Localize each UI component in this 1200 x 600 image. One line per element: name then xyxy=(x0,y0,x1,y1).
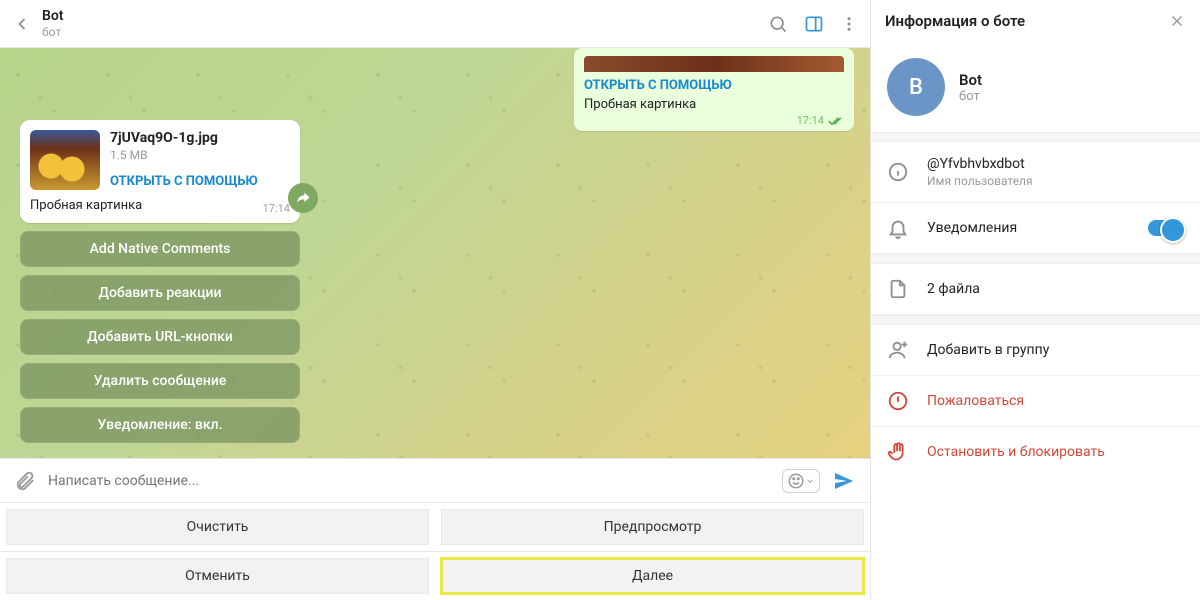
profile-name: Bot xyxy=(959,71,982,89)
attach-icon[interactable] xyxy=(14,470,36,492)
keyboard-button-url[interactable]: Добавить URL-кнопки xyxy=(20,319,300,355)
more-icon[interactable] xyxy=(840,15,858,33)
file-name: 7jUVaq9O-1g.jpg xyxy=(110,130,258,146)
notifications-label: Уведомления xyxy=(927,220,1017,236)
report-row[interactable]: Пожаловаться xyxy=(871,376,1200,427)
search-icon[interactable] xyxy=(768,14,788,34)
incoming-message[interactable]: 7jUVaq9O-1g.jpg 1.5 MB ОТКРЫТЬ С ПОМОЩЬЮ… xyxy=(20,120,300,223)
bell-icon xyxy=(887,217,909,239)
add-user-icon xyxy=(887,339,909,361)
chat-subtitle: бот xyxy=(42,25,752,39)
file-icon xyxy=(887,278,909,300)
chat-area: ОТКРЫТЬ С ПОМОЩЬЮ Пробная картинка 17:14… xyxy=(0,48,870,458)
preview-button[interactable]: Предпросмотр xyxy=(441,509,864,545)
keyboard-button-notify[interactable]: Уведомление: вкл. xyxy=(20,407,300,443)
add-group-label: Добавить в группу xyxy=(927,342,1049,358)
block-row[interactable]: Остановить и блокировать xyxy=(871,427,1200,477)
chat-title-block[interactable]: Bot бот xyxy=(42,8,752,39)
file-size: 1.5 MB xyxy=(110,148,258,162)
panel-header: Информация о боте xyxy=(871,0,1200,42)
block-label: Остановить и блокировать xyxy=(927,444,1105,460)
info-icon xyxy=(887,161,909,183)
next-button[interactable]: Далее xyxy=(441,558,864,594)
files-label: 2 файла xyxy=(927,281,980,297)
username-row[interactable]: @Yfvbhvbxdbot Имя пользователя xyxy=(871,142,1200,203)
avatar: B xyxy=(887,58,945,116)
notifications-row[interactable]: Уведомления xyxy=(871,203,1200,254)
emoji-icon[interactable] xyxy=(782,469,820,493)
profile-block[interactable]: B Bot бот xyxy=(871,42,1200,132)
profile-sub: бот xyxy=(959,89,982,104)
hand-icon xyxy=(887,441,909,463)
read-ticks-icon xyxy=(828,116,844,126)
sidebar-toggle-icon[interactable] xyxy=(804,14,824,34)
open-with-link[interactable]: ОТКРЫТЬ С ПОМОЩЬЮ xyxy=(584,78,844,93)
clear-button[interactable]: Очистить xyxy=(6,509,429,545)
send-icon[interactable] xyxy=(832,469,856,493)
add-group-row[interactable]: Добавить в группу xyxy=(871,325,1200,376)
report-label: Пожаловаться xyxy=(927,393,1024,409)
forward-button[interactable] xyxy=(288,183,318,213)
message-caption: Пробная картинка xyxy=(584,97,844,112)
file-thumbnail[interactable] xyxy=(30,130,100,190)
keyboard-button-delete[interactable]: Удалить сообщение xyxy=(20,363,300,399)
panel-title: Информация о боте xyxy=(885,12,1025,30)
compose-bar xyxy=(0,458,870,502)
keyboard-button-comments[interactable]: Add Native Comments xyxy=(20,231,300,267)
chat-name: Bot xyxy=(42,8,752,25)
chat-header: Bot бот xyxy=(0,0,870,48)
back-button[interactable] xyxy=(12,14,32,34)
cancel-button[interactable]: Отменить xyxy=(6,558,429,594)
close-icon[interactable] xyxy=(1168,12,1186,30)
message-time: 17:14 xyxy=(263,202,290,215)
keyboard-button-reactions[interactable]: Добавить реакции xyxy=(20,275,300,311)
message-caption: Пробная картинка xyxy=(30,198,290,213)
message-input[interactable] xyxy=(48,473,770,489)
message-time: 17:14 xyxy=(584,114,844,127)
username-value: @Yfvbhvbxdbot xyxy=(927,156,1033,172)
outgoing-message[interactable]: ОТКРЫТЬ С ПОМОЩЬЮ Пробная картинка 17:14 xyxy=(574,48,854,131)
alert-icon xyxy=(887,390,909,412)
files-row[interactable]: 2 файла xyxy=(871,264,1200,315)
notifications-toggle[interactable] xyxy=(1148,220,1184,236)
info-panel: Информация о боте B Bot бот @Yfvbhvbxdbo… xyxy=(870,0,1200,600)
username-label: Имя пользователя xyxy=(927,174,1033,188)
message-image-thumb[interactable] xyxy=(584,56,844,72)
open-with-link[interactable]: ОТКРЫТЬ С ПОМОЩЬЮ xyxy=(110,174,258,189)
